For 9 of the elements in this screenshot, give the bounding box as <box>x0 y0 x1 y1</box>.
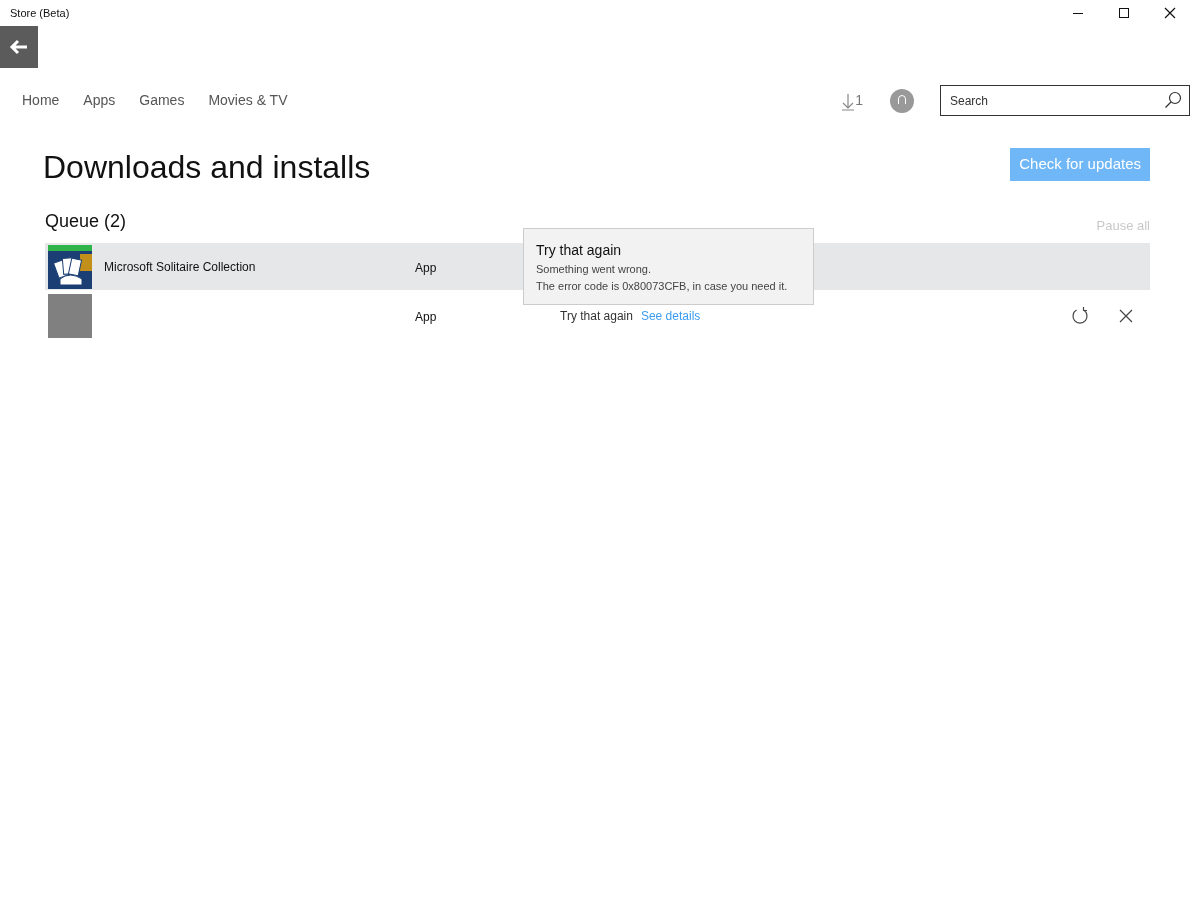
queue-heading: Queue (2) <box>45 210 127 234</box>
error-status: Try that again <box>560 307 633 325</box>
app-type: App <box>415 309 438 327</box>
window-title: Store (Beta) <box>9 6 71 21</box>
tooltip-text: The error code is 0x80073CFB, in case you need it. <box>536 278 789 294</box>
tooltip-title: Try that again <box>536 241 623 260</box>
page-title: Downloads and installs <box>43 148 371 187</box>
tooltip-text: Something went wrong. <box>536 262 652 277</box>
app-name: Microsoft Solitaire Collection <box>104 258 257 276</box>
